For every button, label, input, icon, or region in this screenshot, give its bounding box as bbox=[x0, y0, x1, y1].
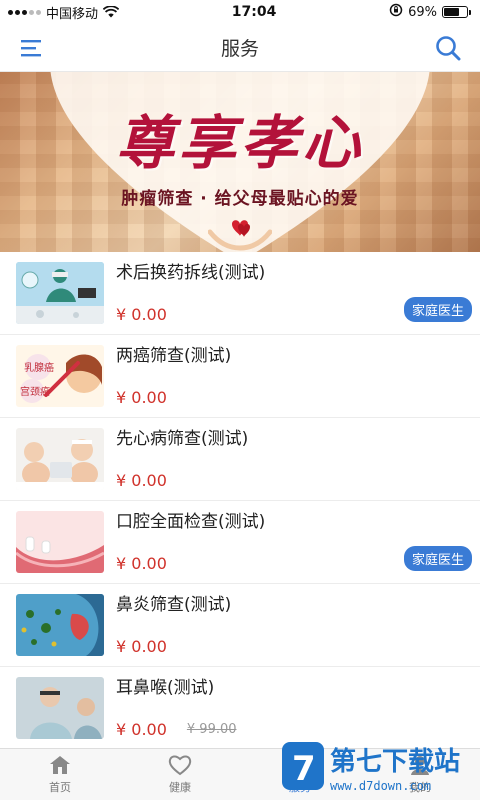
family-doctor-badge: 家庭医生 bbox=[403, 297, 472, 322]
service-thumbnail: 乳腺癌 宫颈癌 bbox=[16, 345, 104, 407]
status-left: 中国移动 bbox=[8, 3, 120, 22]
banner-subtitle: 肿瘤筛查 · 给父母最贴心的爱 bbox=[121, 189, 359, 209]
service-icon bbox=[291, 757, 309, 773]
service-info: 两癌筛查(测试) ¥ 0.00 bbox=[116, 345, 472, 407]
service-info: 先心病筛查(测试) ¥ 0.00 bbox=[116, 428, 472, 490]
status-time: 17:04 bbox=[231, 4, 277, 20]
service-info: 鼻炎筛查(测试) ¥ 0.00 bbox=[116, 594, 472, 656]
service-item[interactable]: 口腔全面检查(测试) ¥ 0.00 家庭医生 bbox=[0, 501, 480, 584]
app-screen: 中国移动 17:04 69% 服务 尊享孝心 肿瘤筛查 · 给父母最贴心的爱 术… bbox=[0, 0, 480, 800]
tab-service[interactable]: 服务 bbox=[240, 749, 360, 800]
price-row: ¥ 0.00 bbox=[116, 637, 472, 656]
tab-label: 健康 bbox=[169, 781, 191, 794]
wifi-icon bbox=[103, 6, 120, 18]
heart-icon bbox=[168, 755, 192, 776]
service-price: ¥ 0.00 bbox=[116, 720, 167, 739]
page-title: 服务 bbox=[220, 38, 259, 60]
price-row: ¥ 0.00 bbox=[116, 388, 472, 407]
service-item[interactable]: 乳腺癌 宫颈癌 两癌筛查(测试) ¥ 0.00 bbox=[0, 335, 480, 418]
breast-cancer-label: 乳腺癌 bbox=[24, 361, 54, 374]
original-price: ¥ 99.00 bbox=[186, 722, 237, 737]
signal-icon bbox=[8, 9, 41, 15]
service-list: 术后换药拆线(测试) ¥ 0.00 家庭医生 乳腺癌 宫颈癌 两癌筛查(测试) … bbox=[0, 252, 480, 750]
service-item[interactable]: 先心病筛查(测试) ¥ 0.00 bbox=[0, 418, 480, 501]
service-title: 两癌筛查(测试) bbox=[116, 346, 232, 366]
tab-label: 首页 bbox=[49, 781, 71, 794]
service-item[interactable]: 鼻炎筛查(测试) ¥ 0.00 bbox=[0, 584, 480, 667]
service-price: ¥ 0.00 bbox=[116, 637, 167, 656]
service-thumbnail bbox=[16, 677, 104, 739]
tab-bar: 首页 健康 服务 我的 bbox=[0, 748, 480, 800]
status-right: 69% bbox=[389, 3, 471, 21]
battery-percent: 69% bbox=[408, 4, 437, 20]
tab-mine[interactable]: 我的 bbox=[360, 749, 480, 800]
service-thumbnail bbox=[16, 594, 104, 656]
user-icon bbox=[411, 756, 429, 775]
tab-health[interactable]: 健康 bbox=[120, 749, 240, 800]
carrier-label: 中国移动 bbox=[46, 6, 99, 22]
status-bar: 中国移动 17:04 69% bbox=[0, 0, 480, 24]
tab-home[interactable]: 首页 bbox=[0, 749, 120, 800]
service-price: ¥ 0.00 bbox=[116, 305, 167, 324]
service-item[interactable]: 术后换药拆线(测试) ¥ 0.00 家庭医生 bbox=[0, 252, 480, 335]
service-thumbnail bbox=[16, 428, 104, 490]
family-doctor-badge: 家庭医生 bbox=[403, 546, 472, 571]
home-icon bbox=[50, 756, 70, 774]
service-title: 先心病筛查(测试) bbox=[116, 429, 249, 449]
price-row: ¥ 0.00 ¥ 99.00 bbox=[116, 720, 472, 739]
tab-label: 服务 bbox=[289, 781, 311, 794]
service-title: 鼻炎筛查(测试) bbox=[116, 595, 232, 615]
rotation-lock-icon bbox=[389, 3, 403, 21]
promo-banner[interactable]: 尊享孝心 肿瘤筛查 · 给父母最贴心的爱 bbox=[0, 72, 480, 252]
service-info: 耳鼻喉(测试) ¥ 0.00 ¥ 99.00 bbox=[116, 677, 472, 739]
price-row: ¥ 0.00 bbox=[116, 471, 472, 490]
service-thumbnail bbox=[16, 511, 104, 573]
banner-title: 尊享孝心 bbox=[115, 109, 364, 177]
service-item[interactable]: 耳鼻喉(测试) ¥ 0.00 ¥ 99.00 bbox=[0, 667, 480, 750]
hands-heart-icon bbox=[208, 220, 272, 251]
service-price: ¥ 0.00 bbox=[116, 554, 167, 573]
menu-icon bbox=[21, 39, 41, 56]
service-price: ¥ 0.00 bbox=[116, 388, 167, 407]
service-price: ¥ 0.00 bbox=[116, 471, 167, 490]
search-button[interactable] bbox=[432, 32, 464, 64]
search-icon bbox=[436, 35, 461, 60]
battery-icon bbox=[442, 6, 471, 18]
nav-bar: 服务 bbox=[0, 24, 480, 72]
tab-label: 我的 bbox=[409, 781, 431, 794]
menu-button[interactable] bbox=[16, 32, 48, 64]
service-title: 口腔全面检查(测试) bbox=[116, 512, 266, 532]
service-thumbnail bbox=[16, 262, 104, 324]
service-title: 术后换药拆线(测试) bbox=[116, 263, 266, 283]
service-title: 耳鼻喉(测试) bbox=[116, 678, 215, 698]
